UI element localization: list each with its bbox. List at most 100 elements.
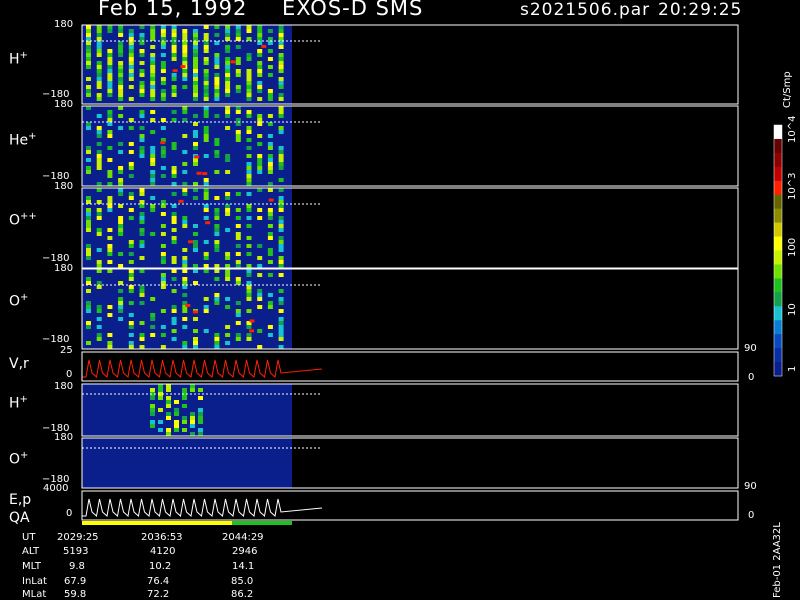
spectrum-stripe-hp1 bbox=[86, 61, 91, 65]
spectrum-stripe-op1 bbox=[96, 317, 102, 321]
spectrum-stripe-hp1 bbox=[182, 37, 188, 41]
spectrum-stripe-hp2 bbox=[166, 404, 171, 408]
spectrum-stripe-opp bbox=[203, 208, 209, 212]
spectrum-stripe-op1 bbox=[86, 321, 91, 325]
spectrum-stripe-hp1 bbox=[128, 33, 134, 37]
spectrum-stripe-opp bbox=[107, 208, 113, 212]
spectrum-stripe-hp1 bbox=[214, 89, 220, 93]
spectrum-stripe-hp1 bbox=[193, 89, 198, 93]
spectrum-stripe-hp2 bbox=[150, 420, 155, 424]
spectrum-stripe-opp bbox=[193, 232, 198, 236]
spectrum-stripe-hp1 bbox=[128, 53, 134, 57]
spectrum-stripe-hep bbox=[171, 118, 177, 122]
spectrum-stripe-op1 bbox=[96, 337, 102, 341]
spectrum-stripe-hep bbox=[128, 126, 134, 130]
spectrum-stripe-opp bbox=[278, 256, 284, 260]
spectrum-stripe-op1 bbox=[171, 269, 177, 273]
spectrum-stripe-opp bbox=[171, 236, 177, 240]
spectrum-stripe-op1 bbox=[278, 301, 284, 305]
spectrum-stripe-opp bbox=[139, 244, 145, 248]
spectrum-stripe-opp bbox=[193, 244, 198, 248]
spectrum-stripe-hp1 bbox=[107, 49, 113, 53]
spectrum-stripe-opp bbox=[214, 244, 220, 248]
spectrum-stripe-hp1 bbox=[257, 85, 263, 89]
spectrum-stripe-hp1 bbox=[96, 25, 102, 29]
spectrum-stripe-hp1 bbox=[193, 65, 198, 69]
panel-label-op1: O+ bbox=[9, 292, 29, 310]
spectrum-stripe-hp1 bbox=[203, 89, 209, 93]
spectrum-stripe-hp1 bbox=[257, 89, 263, 93]
spectrum-stripe-hp1 bbox=[150, 53, 156, 57]
rtick-vr-bottom: 0 bbox=[748, 372, 755, 383]
spectrum-stripe-hep bbox=[86, 122, 91, 126]
spectrum-stripe-hep bbox=[139, 114, 145, 118]
spectrum-stripe-op1 bbox=[225, 341, 231, 345]
hot-spot-hep bbox=[202, 172, 208, 176]
spectrum-stripe-hep bbox=[267, 146, 273, 150]
hot-spot-hep bbox=[194, 155, 200, 159]
spectrum-stripe-hep bbox=[160, 126, 166, 130]
spectrum-stripe-opp bbox=[160, 224, 166, 228]
spectrum-stripe-opp bbox=[107, 236, 113, 240]
spectrum-stripe-hp1 bbox=[107, 29, 113, 33]
spectrum-stripe-opp bbox=[203, 252, 209, 256]
spectrum-stripe-hp1 bbox=[257, 73, 263, 77]
spectrum-stripe-hep bbox=[246, 130, 252, 134]
spectrum-stripe-op1 bbox=[278, 309, 284, 313]
spectrum-stripe-hep bbox=[278, 130, 284, 134]
spectrum-stripe-hp1 bbox=[235, 37, 241, 41]
spectrum-stripe-op1 bbox=[246, 333, 252, 337]
spectrum-stripe-op1 bbox=[160, 273, 166, 277]
spectrum-stripe-hp1 bbox=[86, 65, 91, 69]
spectrum-stripe-op1 bbox=[225, 325, 231, 329]
spectrum-stripe-hep bbox=[96, 130, 102, 134]
spectrum-stripe-hep bbox=[182, 182, 188, 186]
spectrum-stripe-hp1 bbox=[203, 85, 209, 89]
spectrum-stripe-hp1 bbox=[267, 73, 273, 77]
spectrum-stripe-hep bbox=[96, 126, 102, 130]
spectrum-stripe-hp1 bbox=[171, 37, 177, 41]
spectrum-stripe-hp1 bbox=[257, 81, 263, 85]
spectrum-stripe-hp2 bbox=[190, 388, 195, 392]
spectrum-stripe-op1 bbox=[128, 333, 134, 337]
spectrum-stripe-hp1 bbox=[278, 65, 284, 69]
spectrum-stripe-hp1 bbox=[86, 53, 91, 57]
spectrum-stripe-hp1 bbox=[257, 49, 263, 53]
spectrum-stripe-hep bbox=[150, 178, 156, 182]
spectrum-stripe-opp bbox=[86, 208, 91, 212]
spectrum-stripe-op1 bbox=[214, 277, 220, 281]
hot-spot-opp bbox=[268, 198, 274, 202]
spectrum-stripe-hp2 bbox=[182, 388, 187, 392]
spectrum-stripe-hep bbox=[235, 134, 241, 138]
spectrum-stripe-hp1 bbox=[278, 81, 284, 85]
spectrum-stripe-opp bbox=[235, 244, 241, 248]
spectrum-stripe-hp1 bbox=[128, 73, 134, 77]
spectrum-stripe-hp2 bbox=[174, 400, 179, 404]
spectrum-stripe-hp1 bbox=[171, 73, 177, 77]
spectrum-stripe-hp1 bbox=[86, 29, 91, 33]
spectrum-stripe-hp2 bbox=[198, 428, 203, 432]
spectrum-stripe-hep bbox=[235, 130, 241, 134]
spectrum-stripe-hep bbox=[246, 162, 252, 166]
hot-spot-hp1 bbox=[172, 69, 178, 73]
spectrum-stripe-opp bbox=[246, 236, 252, 240]
spectrum-stripe-op1 bbox=[160, 345, 166, 349]
spectrum-stripe-opp bbox=[128, 196, 134, 200]
spectrum-stripe-hp1 bbox=[203, 49, 209, 53]
spectrum-stripe-hp1 bbox=[203, 61, 209, 65]
spectrum-stripe-hep bbox=[96, 114, 102, 118]
spectrum-stripe-hp1 bbox=[193, 73, 198, 77]
spectrum-stripe-op1 bbox=[225, 277, 231, 281]
spectrum-stripe-op1 bbox=[96, 281, 102, 285]
trace-ep bbox=[82, 498, 323, 517]
spectrum-stripe-opp bbox=[278, 220, 284, 224]
spectrum-stripe-hp1 bbox=[118, 69, 124, 73]
spectrum-stripe-hep bbox=[193, 162, 198, 166]
spectrum-stripe-op1 bbox=[139, 337, 145, 341]
spectrum-stripe-opp bbox=[96, 228, 102, 232]
spectrum-stripe-hp1 bbox=[128, 29, 134, 33]
spectrum-stripe-opp bbox=[235, 208, 241, 212]
spectrum-stripe-hp1 bbox=[225, 45, 231, 49]
spectrum-stripe-hep bbox=[267, 142, 273, 146]
spectrum-stripe-hep bbox=[150, 158, 156, 162]
